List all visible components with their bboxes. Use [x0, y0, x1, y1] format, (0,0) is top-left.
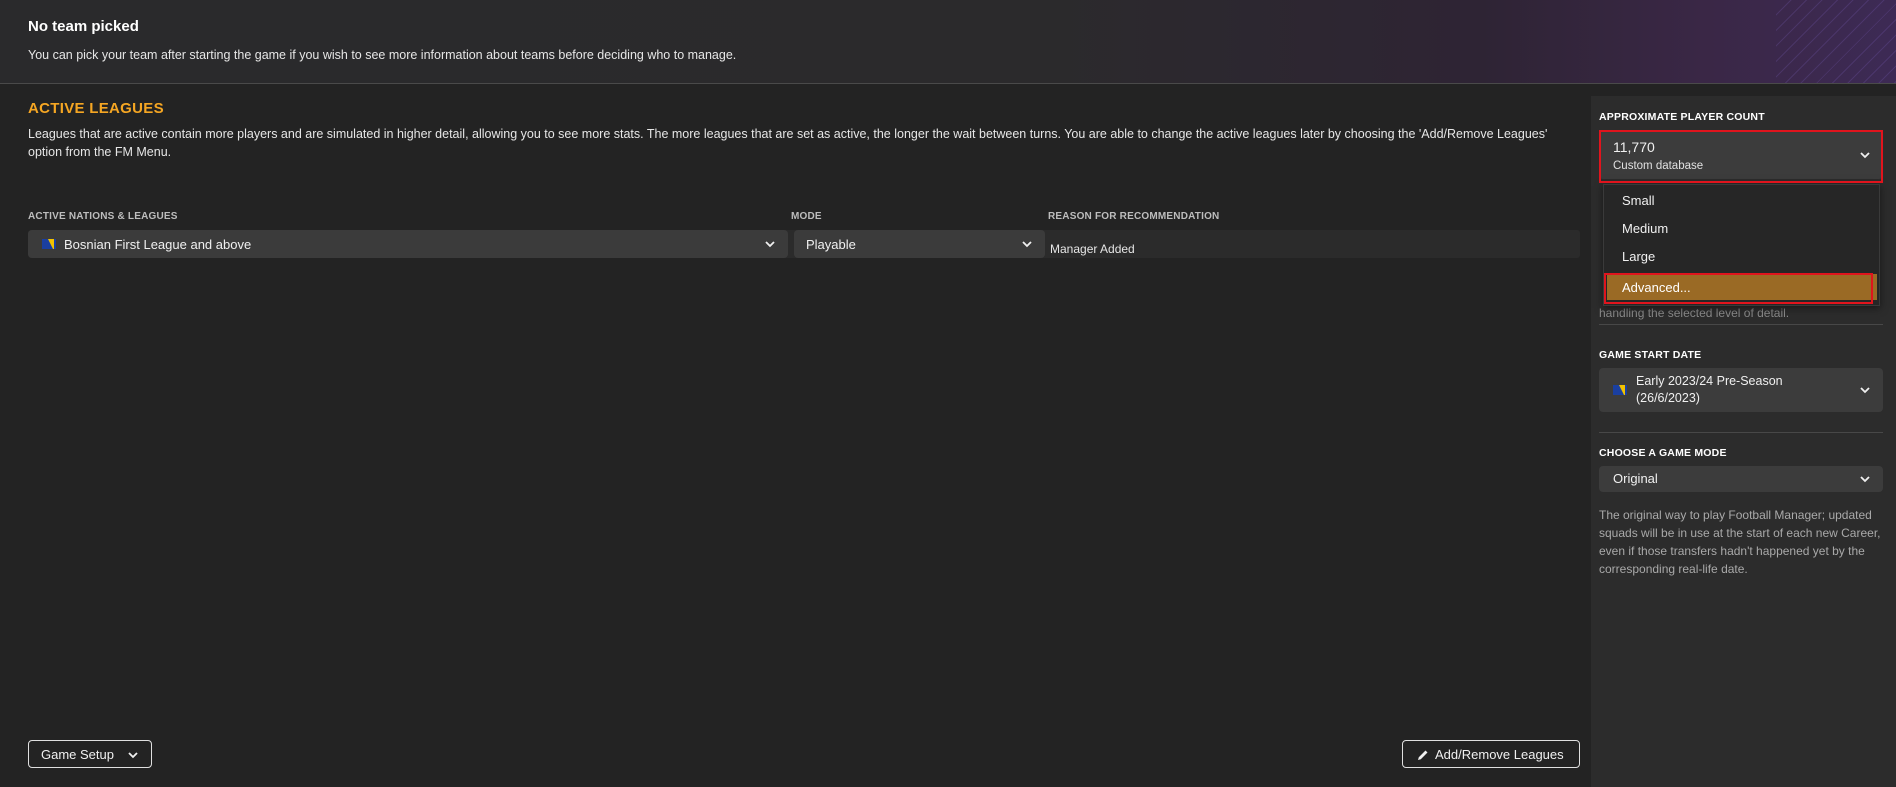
- league-select-value: Bosnian First League and above: [64, 236, 252, 252]
- game-mode-description: The original way to play Football Manage…: [1599, 508, 1881, 576]
- menu-item-large[interactable]: Large: [1622, 249, 1655, 264]
- menu-item-advanced[interactable]: Advanced...: [1607, 274, 1877, 300]
- game-setup-button[interactable]: Game Setup: [28, 740, 152, 768]
- game-mode-label: CHOOSE A GAME MODE: [1599, 447, 1727, 459]
- add-remove-leagues-label: Add/Remove Leagues: [1435, 746, 1564, 762]
- column-header-reason: REASON FOR RECOMMENDATION: [1048, 211, 1220, 222]
- player-count-menu: Small Medium Large Advanced...: [1603, 184, 1880, 306]
- page-header: No team picked You can pick your team af…: [0, 0, 1896, 84]
- player-count-sub: Custom database: [1613, 160, 1704, 172]
- section-title: ACTIVE LEAGUES: [28, 100, 164, 117]
- menu-item-small[interactable]: Small: [1622, 193, 1655, 208]
- league-select[interactable]: Bosnian First League and above: [28, 230, 788, 258]
- game-mode-select[interactable]: Original: [1599, 466, 1883, 492]
- divider: [1599, 324, 1883, 325]
- start-date-line1: Early 2023/24 Pre-Season: [1636, 374, 1783, 388]
- game-setup-label: Game Setup: [41, 746, 114, 762]
- active-leagues-panel: ACTIVE LEAGUES Leagues that are active c…: [0, 85, 1590, 787]
- divider: [1599, 432, 1883, 433]
- page-subtitle: You can pick your team after starting th…: [28, 48, 737, 62]
- start-date-line2: (26/6/2023): [1636, 391, 1700, 405]
- start-date-label: GAME START DATE: [1599, 349, 1702, 361]
- recommendation-reason: Manager Added: [1050, 242, 1135, 256]
- player-count-value: 11,770: [1613, 139, 1655, 155]
- header-decoration: [1776, 0, 1896, 83]
- game-mode-value: Original: [1613, 471, 1658, 486]
- page-title: No team picked: [28, 18, 139, 35]
- chevron-down-icon: [128, 752, 138, 759]
- menu-item-medium[interactable]: Medium: [1622, 221, 1668, 236]
- mode-select[interactable]: Playable: [794, 230, 1045, 258]
- chevron-down-icon: [1860, 152, 1870, 159]
- bosnia-flag-icon: [42, 239, 56, 249]
- chevron-down-icon: [1022, 241, 1032, 248]
- player-count-select[interactable]: 11,770 Custom database: [1599, 131, 1883, 179]
- bosnia-flag-icon: [1613, 385, 1627, 395]
- player-count-hint: handling the selected level of detail.: [1599, 306, 1790, 320]
- pencil-icon: [1418, 750, 1428, 760]
- start-date-select[interactable]: Early 2023/24 Pre-Season (26/6/2023): [1599, 368, 1883, 412]
- add-remove-leagues-button[interactable]: Add/Remove Leagues: [1402, 740, 1580, 768]
- player-count-label: APPROXIMATE PLAYER COUNT: [1599, 111, 1765, 123]
- section-description: Leagues that are active contain more pla…: [28, 127, 1548, 159]
- chevron-down-icon: [765, 241, 775, 248]
- chevron-down-icon: [1860, 387, 1870, 394]
- mode-select-value: Playable: [806, 236, 856, 252]
- column-header-mode: MODE: [791, 211, 822, 222]
- column-header-leagues: ACTIVE NATIONS & LEAGUES: [28, 211, 178, 222]
- chevron-down-icon: [1860, 476, 1870, 483]
